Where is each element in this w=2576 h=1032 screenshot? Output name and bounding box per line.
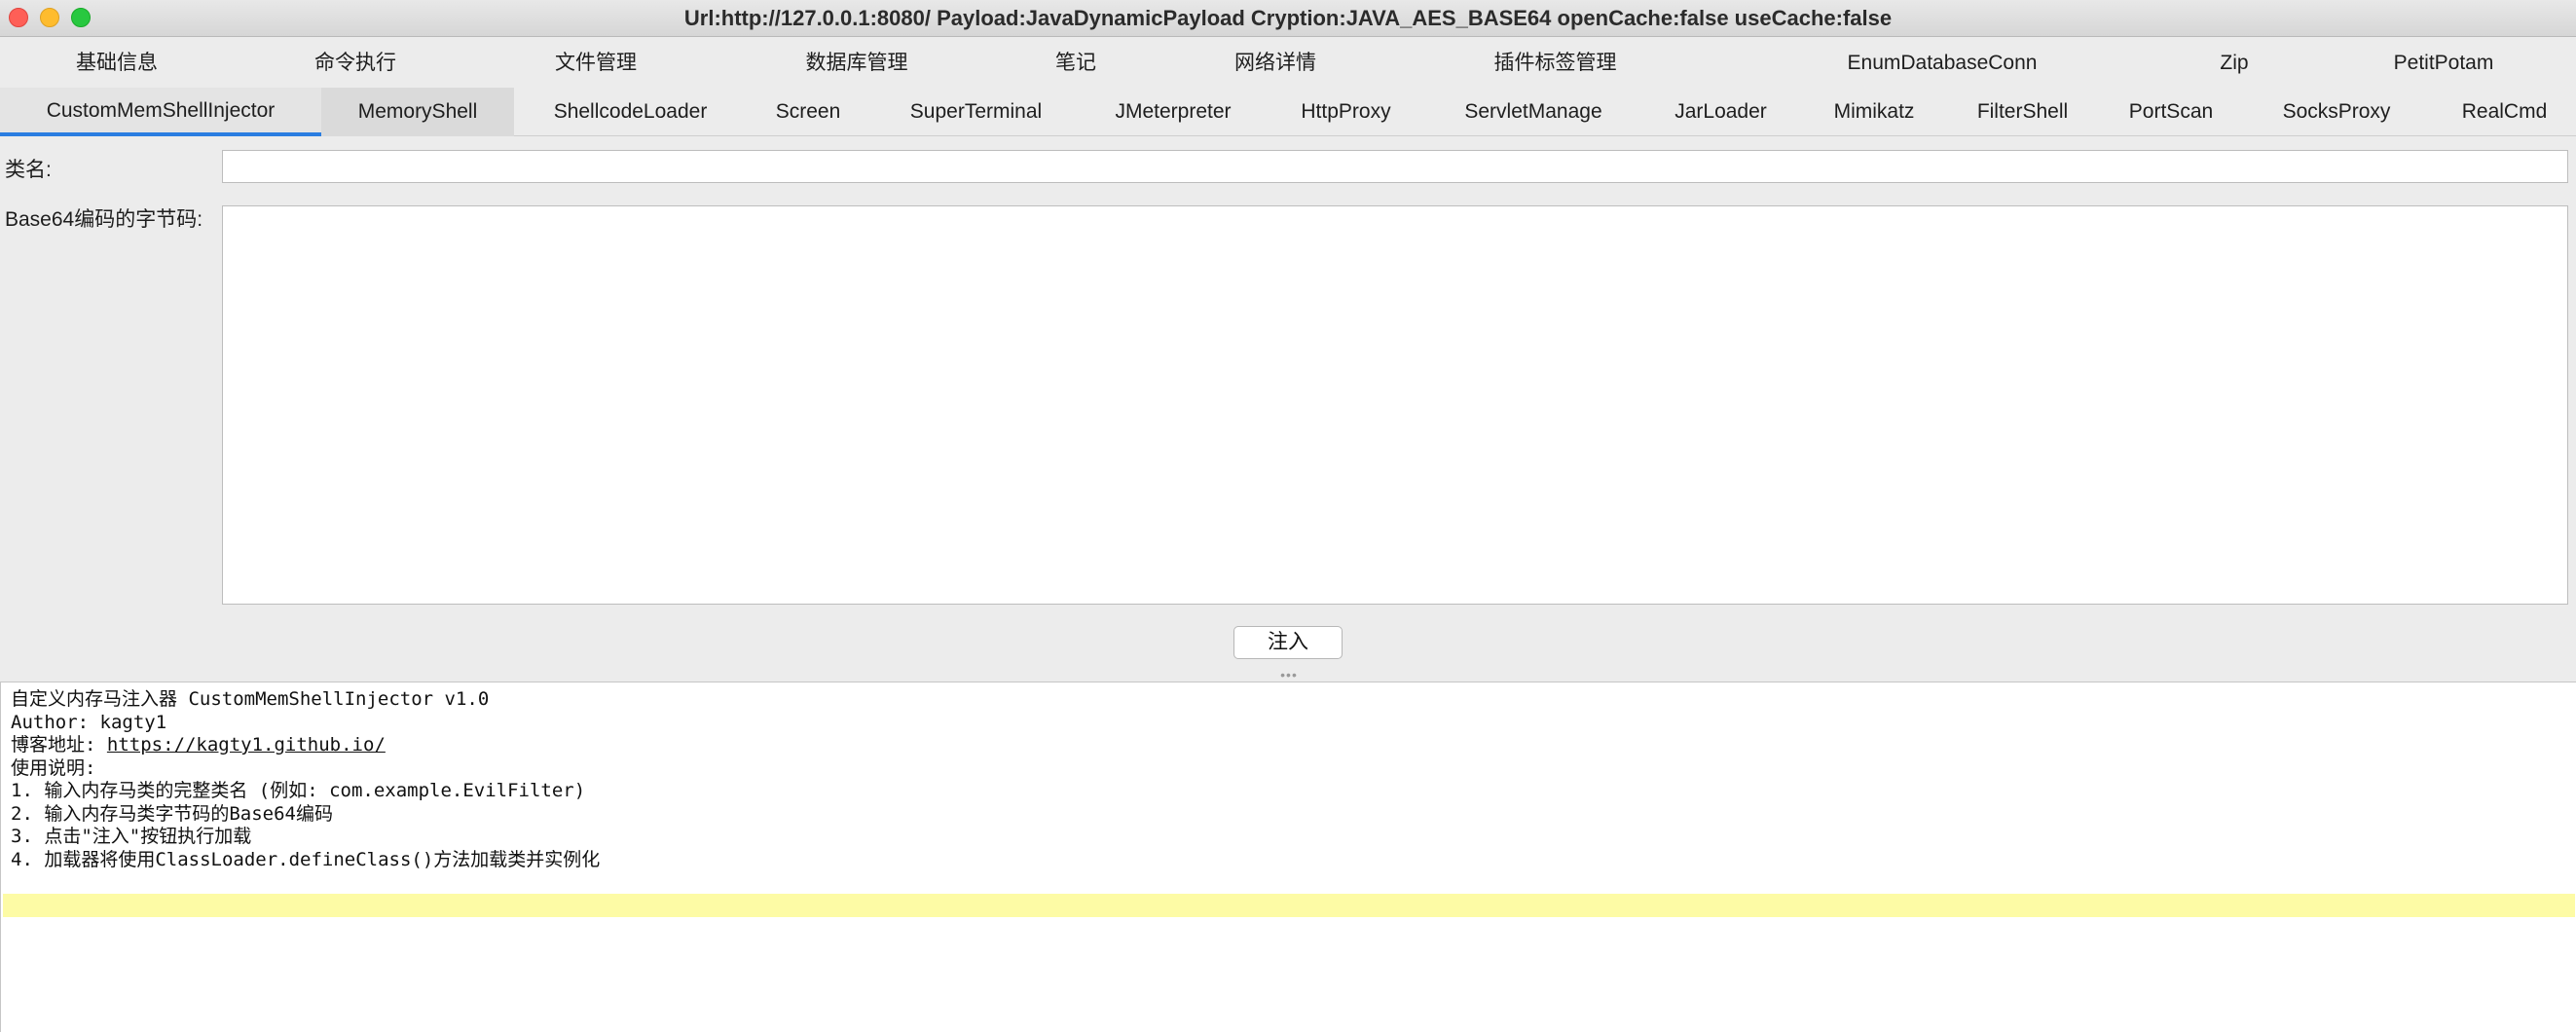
tab-zip[interactable]: Zip <box>2195 39 2273 88</box>
tab-custom-memshell-injector[interactable]: CustomMemShellInjector <box>0 88 321 136</box>
tab-filter-shell[interactable]: FilterShell <box>1957 88 2088 136</box>
tab-database-manager[interactable]: 数据库管理 <box>779 39 935 88</box>
tab-shellcode-loader[interactable]: ShellcodeLoader <box>531 88 730 136</box>
tab-real-cmd[interactable]: RealCmd <box>2444 88 2565 136</box>
output-line: 自定义内存马注入器 CustomMemShellInjector v1.0 <box>11 688 490 710</box>
tab-servlet-manage[interactable]: ServletManage <box>1436 88 1631 136</box>
output-line: 1. 输入内存马类的完整类名 (例如: com.example.EvilFilt… <box>11 780 586 801</box>
output-line: 使用说明: <box>11 756 96 779</box>
output-line: 博客地址: https://kagty1.github.io/ <box>11 734 600 757</box>
tab-notes[interactable]: 笔记 <box>1022 39 1129 88</box>
class-name-label: 类名: <box>5 159 52 181</box>
tab-bar-plugins: CustomMemShellInjector MemoryShell Shell… <box>0 88 2576 136</box>
tab-basic-info[interactable]: 基础信息 <box>39 39 195 88</box>
bytecode-textarea[interactable] <box>222 205 2568 605</box>
output-line: 2. 输入内存马类字节码的Base64编码 <box>11 802 333 825</box>
tab-plugin-tag-manager[interactable]: 插件标签管理 <box>1465 39 1645 88</box>
output-line: 4. 加载器将使用ClassLoader.defineClass()方法加载类并… <box>11 848 601 870</box>
output-text: 自定义内存马注入器 CustomMemShellInjector v1.0 Au… <box>11 688 600 871</box>
inject-button[interactable]: 注入 <box>1233 626 1343 659</box>
tab-petitpotam[interactable]: PetitPotam <box>2366 39 2521 88</box>
tab-http-proxy[interactable]: HttpProxy <box>1280 88 1412 136</box>
tab-super-terminal[interactable]: SuperTerminal <box>886 88 1066 136</box>
bytecode-label: Base64编码的字节码: <box>5 208 203 231</box>
splitter-handle[interactable]: ••• <box>1277 668 1301 682</box>
output-line: Author: kagty1 <box>11 711 167 733</box>
tab-command-exec[interactable]: 命令执行 <box>277 39 433 88</box>
tab-network-details[interactable]: 网络详情 <box>1197 39 1353 88</box>
output-console[interactable]: 自定义内存马注入器 CustomMemShellInjector v1.0 Au… <box>0 682 2576 1032</box>
tab-jmeterpreter[interactable]: JMeterpreter <box>1086 88 1261 136</box>
blog-link[interactable]: https://kagty1.github.io/ <box>107 734 386 756</box>
tab-memory-shell[interactable]: MemoryShell <box>321 88 514 136</box>
tab-socks-proxy[interactable]: SocksProxy <box>2263 88 2410 136</box>
class-name-input[interactable] <box>222 150 2568 183</box>
tab-file-manager[interactable]: 文件管理 <box>518 39 674 88</box>
tab-enum-database-conn[interactable]: EnumDatabaseConn <box>1830 39 2054 88</box>
current-line-highlight <box>3 894 2575 917</box>
title-bar: Url:http://127.0.0.1:8080/ Payload:JavaD… <box>0 0 2576 37</box>
tab-jar-loader[interactable]: JarLoader <box>1655 88 1786 136</box>
tab-screen[interactable]: Screen <box>750 88 866 136</box>
tab-port-scan[interactable]: PortScan <box>2113 88 2229 136</box>
output-line: 3. 点击"注入"按钮执行加载 <box>11 826 252 847</box>
window-title: Url:http://127.0.0.1:8080/ Payload:JavaD… <box>683 6 1893 30</box>
blog-label: 博客地址: <box>11 734 107 756</box>
tab-bar-primary: 基础信息 命令执行 文件管理 数据库管理 笔记 网络详情 插件标签管理 Enum… <box>0 39 2576 88</box>
tab-mimikatz[interactable]: Mimikatz <box>1816 88 1932 136</box>
